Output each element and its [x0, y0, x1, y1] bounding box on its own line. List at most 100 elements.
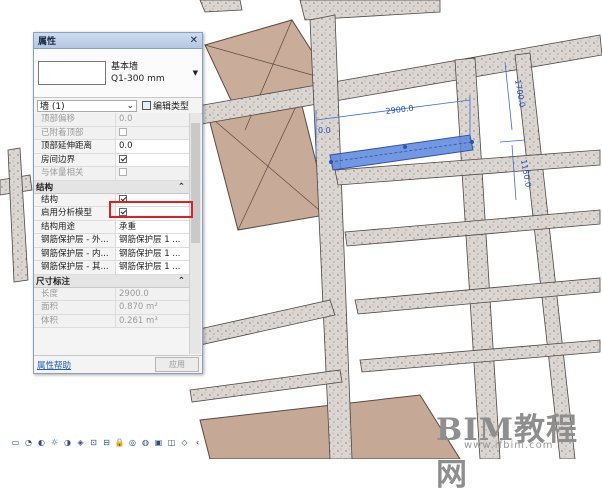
type-selector[interactable]: 基本墙 Q1-300 mm ▼	[34, 49, 202, 98]
property-value[interactable]: 0.0	[116, 113, 189, 126]
property-name: 已附着顶部	[34, 126, 116, 139]
lock-icon[interactable]: 🔒	[114, 438, 125, 447]
render-icon[interactable]: ◈	[75, 438, 86, 447]
dimension-row[interactable]: 面积 0.870 m²	[34, 301, 189, 315]
collapse-icon[interactable]: ‹	[192, 438, 203, 447]
structure-row[interactable]: 结构用途 承重	[34, 220, 189, 234]
instance-filter-label: 墙 (1)	[40, 102, 65, 112]
scale-icon[interactable]: ▭	[10, 438, 21, 447]
edit-type-icon	[142, 101, 151, 110]
palette-titlebar[interactable]: 属性 ✕	[34, 33, 202, 49]
property-name: 顶部偏移	[34, 113, 116, 126]
constraint-row[interactable]: 与体量相关	[34, 167, 189, 181]
group-label: 结构	[36, 182, 54, 193]
property-name: 与体量相关	[34, 167, 116, 180]
sun-path-icon[interactable]: ☼	[49, 438, 60, 447]
beam-vertical-right	[454, 57, 501, 459]
beam-left-diag	[194, 299, 336, 346]
properties-help-link[interactable]: 属性帮助	[37, 359, 71, 371]
visual-style-icon[interactable]: ◐	[36, 438, 47, 447]
type-preview-icon	[38, 61, 106, 85]
property-name: 房间边界	[34, 153, 116, 166]
crop-icon[interactable]: ⊡	[88, 438, 99, 447]
property-value[interactable]: 钢筋保护层 1 ...	[116, 261, 189, 274]
structure-row[interactable]: 钢筋保护层 - 其... 钢筋保护层 1 ...	[34, 261, 189, 275]
edit-type-label: 编辑类型	[153, 102, 190, 112]
type-name: Q1-300 mm	[111, 74, 165, 84]
highlight-icon[interactable]: ◇	[179, 438, 190, 447]
property-name: 启用分析模型	[34, 207, 116, 220]
constraint-row[interactable]: 顶部偏移 0.0	[34, 113, 189, 127]
edit-type-button[interactable]: 编辑类型	[142, 99, 189, 112]
property-value[interactable]: 钢筋保护层 1 ...	[116, 247, 189, 260]
checkbox[interactable]	[119, 154, 127, 163]
structure-row[interactable]: 钢筋保护层 - 内... 钢筋保护层 1 ...	[34, 247, 189, 261]
group-structure[interactable]: 结构 ⌃	[34, 180, 189, 194]
detail-level-icon[interactable]: ◔	[23, 438, 34, 447]
beam-left-top	[199, 0, 243, 13]
structure-row[interactable]: 钢筋保护层 - 外... 钢筋保护层 1 ...	[34, 234, 189, 248]
structure-row[interactable]: 启用分析模型	[34, 207, 189, 221]
properties-palette: 属性 ✕ 基本墙 Q1-300 mm ▼ 墙 (1) ⌄ 编辑类型 顶部偏移 0.…	[33, 32, 203, 374]
property-value[interactable]: 0.0	[116, 140, 189, 153]
property-value[interactable]	[116, 167, 189, 180]
property-name: 钢筋保护层 - 内...	[34, 247, 116, 260]
palette-footer: 属性帮助 应用	[34, 355, 202, 373]
property-value[interactable]: 承重	[116, 220, 189, 233]
group-label: 尺寸标注	[36, 276, 71, 287]
checkbox[interactable]	[119, 168, 127, 176]
dimension-0[interactable]: 0.0	[318, 126, 331, 135]
property-name: 钢筋保护层 - 外...	[34, 234, 116, 247]
crop-visibility-icon[interactable]: ⊟	[101, 438, 112, 447]
chevron-down-icon[interactable]: ▼	[193, 69, 198, 77]
constraint-row[interactable]: 已附着顶部	[34, 126, 189, 140]
reveal-hidden-icon[interactable]: ◍	[140, 438, 151, 447]
property-name: 顶部延伸距离	[34, 140, 116, 153]
instance-bar: 墙 (1) ⌄ 编辑类型	[34, 98, 202, 114]
worksharing-icon[interactable]: ▣	[153, 438, 164, 447]
property-name: 结构用途	[34, 220, 116, 233]
property-name: 钢筋保护层 - 其...	[34, 261, 116, 274]
watermark-url: www.ifbim.com	[464, 440, 554, 451]
dimension-row[interactable]: 体积 0.261 m³	[34, 314, 189, 328]
property-value[interactable]: 钢筋保护层 1 ...	[116, 234, 189, 247]
structure-row[interactable]: 结构	[34, 193, 189, 207]
property-value[interactable]	[116, 153, 189, 166]
property-value[interactable]	[116, 126, 189, 139]
constraint-row[interactable]: 顶部延伸距离 0.0	[34, 140, 189, 154]
view-control-bar: ▭ ◔ ◐ ☼ ◑ ◈ ⊡ ⊟ 🔒 ◎ ◍ ▣ ◫ ◇ ‹	[10, 435, 203, 449]
checkbox[interactable]	[119, 194, 127, 203]
property-name: 面积	[34, 301, 116, 314]
property-value[interactable]: 2900.0	[116, 287, 189, 300]
palette-title: 属性	[38, 37, 57, 47]
instance-filter-dropdown[interactable]: 墙 (1) ⌄	[37, 99, 137, 112]
apply-button[interactable]: 应用	[155, 357, 199, 372]
scrollbar-thumb[interactable]	[191, 123, 200, 243]
dimension-2900[interactable]: 2900.0	[385, 104, 414, 116]
collapse-icon[interactable]: ⌃	[178, 276, 185, 286]
property-value[interactable]	[116, 207, 189, 220]
properties-grid: 顶部偏移 0.0 已附着顶部 顶部延伸距离 0.0 房间边界 与体量相关 结构 ⌃ 结构 启用分析模…	[34, 113, 189, 354]
property-name: 体积	[34, 314, 116, 327]
chevron-down-icon: ⌄	[126, 100, 134, 111]
constraint-row[interactable]: 房间边界	[34, 153, 189, 167]
dimension-row[interactable]: 长度 2900.0	[34, 287, 189, 301]
beam-upper	[299, 0, 441, 21]
close-icon[interactable]: ✕	[190, 35, 198, 46]
beam-vertical-far	[514, 52, 576, 459]
checkbox[interactable]	[119, 208, 127, 216]
analytical-icon[interactable]: ◫	[166, 438, 177, 447]
properties-scrollbar[interactable]	[189, 113, 201, 354]
property-name: 结构	[34, 193, 116, 206]
beam-far-left-vertical	[7, 147, 29, 283]
property-value[interactable]: 0.870 m²	[116, 301, 189, 314]
shadows-icon[interactable]: ◑	[62, 438, 73, 447]
property-value[interactable]: 0.261 m³	[116, 314, 189, 327]
group-dimensions[interactable]: 尺寸标注 ⌃	[34, 274, 189, 288]
property-value[interactable]	[116, 193, 189, 206]
checkbox[interactable]	[119, 127, 127, 136]
collapse-icon[interactable]: ⌃	[178, 182, 185, 192]
property-name: 长度	[34, 287, 116, 300]
type-family: 基本墙	[111, 62, 139, 72]
temporary-hide-icon[interactable]: ◎	[127, 438, 138, 447]
